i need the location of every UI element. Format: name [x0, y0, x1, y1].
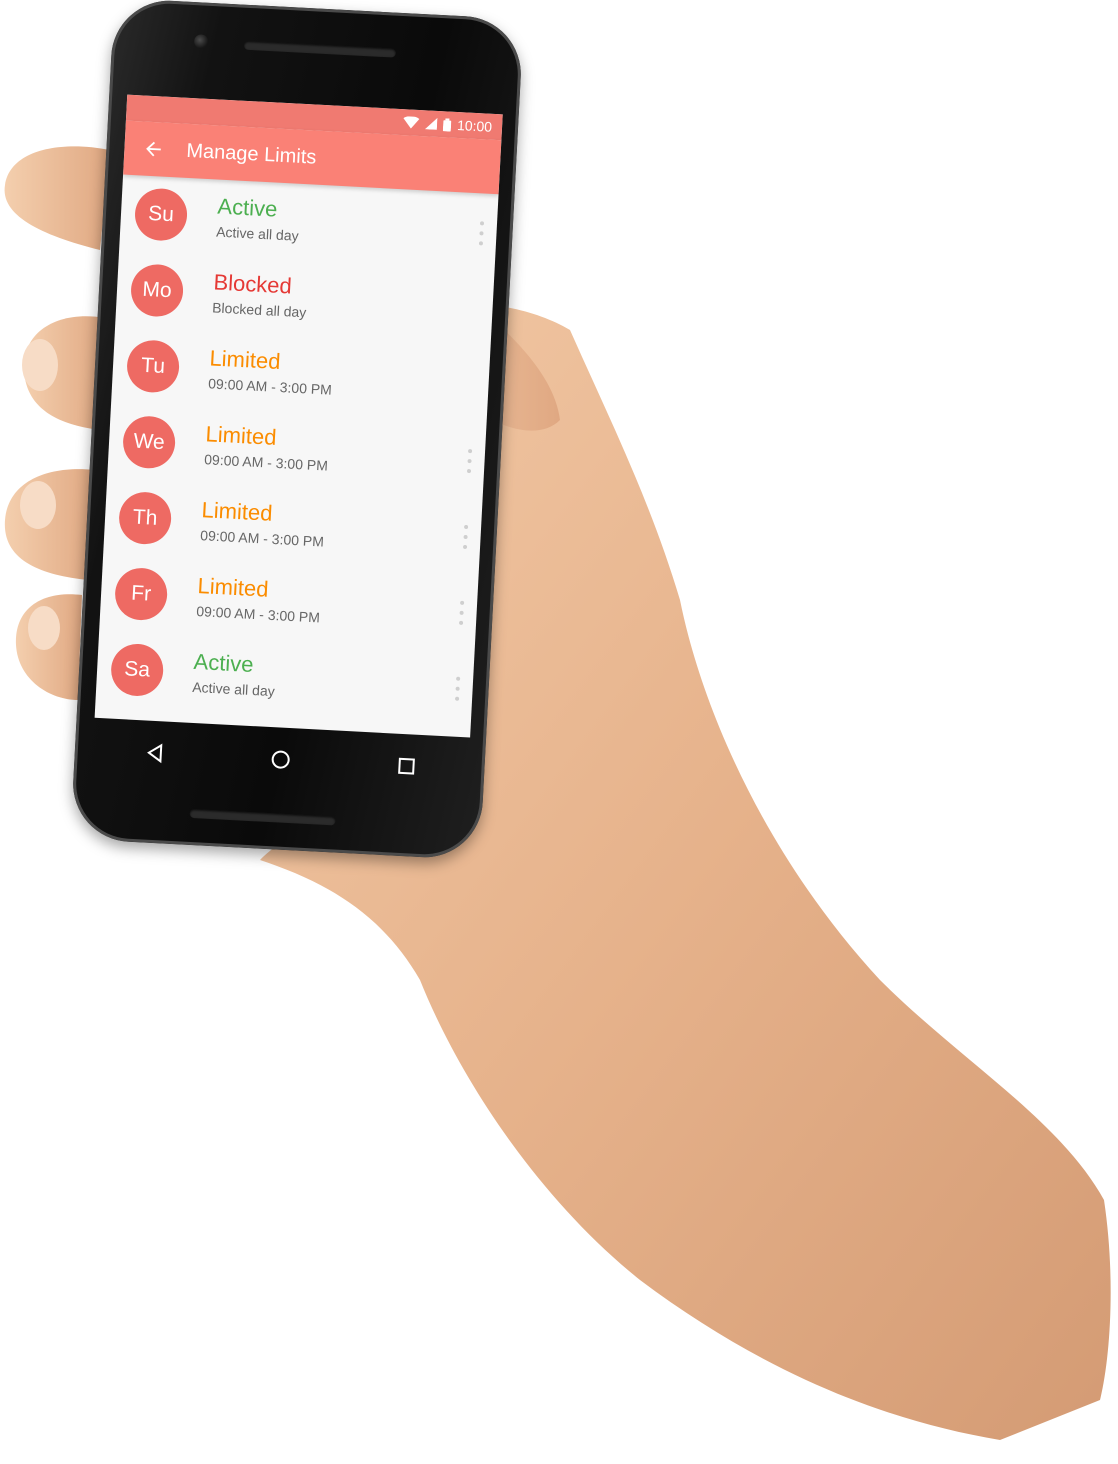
- limit-detail: 09:00 AM - 3:00 PM: [207, 375, 333, 398]
- limit-status: Blocked: [212, 269, 293, 299]
- limit-status: Limited: [200, 497, 274, 526]
- more-vert-icon[interactable]: [464, 448, 475, 474]
- limit-detail: 09:00 AM - 3:00 PM: [195, 602, 321, 626]
- more-vert-icon[interactable]: [476, 221, 487, 246]
- day-avatar: Tu: [125, 339, 181, 394]
- limit-status: Active: [193, 648, 255, 678]
- limit-detail: Blocked all day: [211, 299, 307, 321]
- limit-status: Active: [216, 193, 279, 222]
- more-vert-icon[interactable]: [456, 600, 467, 625]
- limit-detail: 09:00 AM - 3:00 PM: [203, 451, 329, 474]
- day-avatar: Sa: [109, 642, 165, 698]
- battery-icon: [442, 117, 452, 132]
- wifi-icon: [403, 116, 420, 129]
- day-avatar: Fr: [113, 566, 169, 622]
- day-avatar: We: [121, 414, 177, 470]
- more-vert-icon[interactable]: [452, 676, 463, 701]
- fingernail-1: [22, 339, 58, 391]
- finger-3: [4, 469, 95, 580]
- more-vert-icon[interactable]: [460, 524, 471, 550]
- limit-status: Limited: [197, 573, 270, 602]
- scene: 10:00 Manage Limits Su Active Active all…: [0, 0, 1118, 1464]
- limit-detail: Active all day: [215, 223, 300, 244]
- phone-screen: 10:00 Manage Limits Su Active Active all…: [94, 94, 503, 738]
- fingernail-2: [20, 481, 56, 529]
- day-avatar: Th: [117, 490, 173, 546]
- day-avatar: Mo: [129, 263, 185, 318]
- limit-status: Limited: [204, 421, 278, 450]
- status-time: 10:00: [456, 116, 493, 135]
- phone-device: 10:00 Manage Limits Su Active Active all…: [70, 0, 524, 861]
- back-arrow-icon[interactable]: [142, 138, 165, 161]
- signal-icon: [424, 117, 438, 130]
- limit-status: Limited: [208, 345, 282, 375]
- home-circle-icon[interactable]: [269, 748, 292, 771]
- day-avatar: Su: [133, 187, 189, 242]
- page-title: Manage Limits: [185, 139, 317, 169]
- limit-detail: 09:00 AM - 3:00 PM: [199, 527, 325, 550]
- back-triangle-icon[interactable]: [145, 743, 166, 764]
- day-limits-list: Su Active Active all day Mo Blocked Bloc…: [95, 175, 498, 728]
- fingernail-3: [28, 606, 60, 650]
- limit-detail: Active all day: [191, 678, 276, 700]
- finger-1: [4, 146, 111, 250]
- recents-square-icon[interactable]: [396, 756, 417, 777]
